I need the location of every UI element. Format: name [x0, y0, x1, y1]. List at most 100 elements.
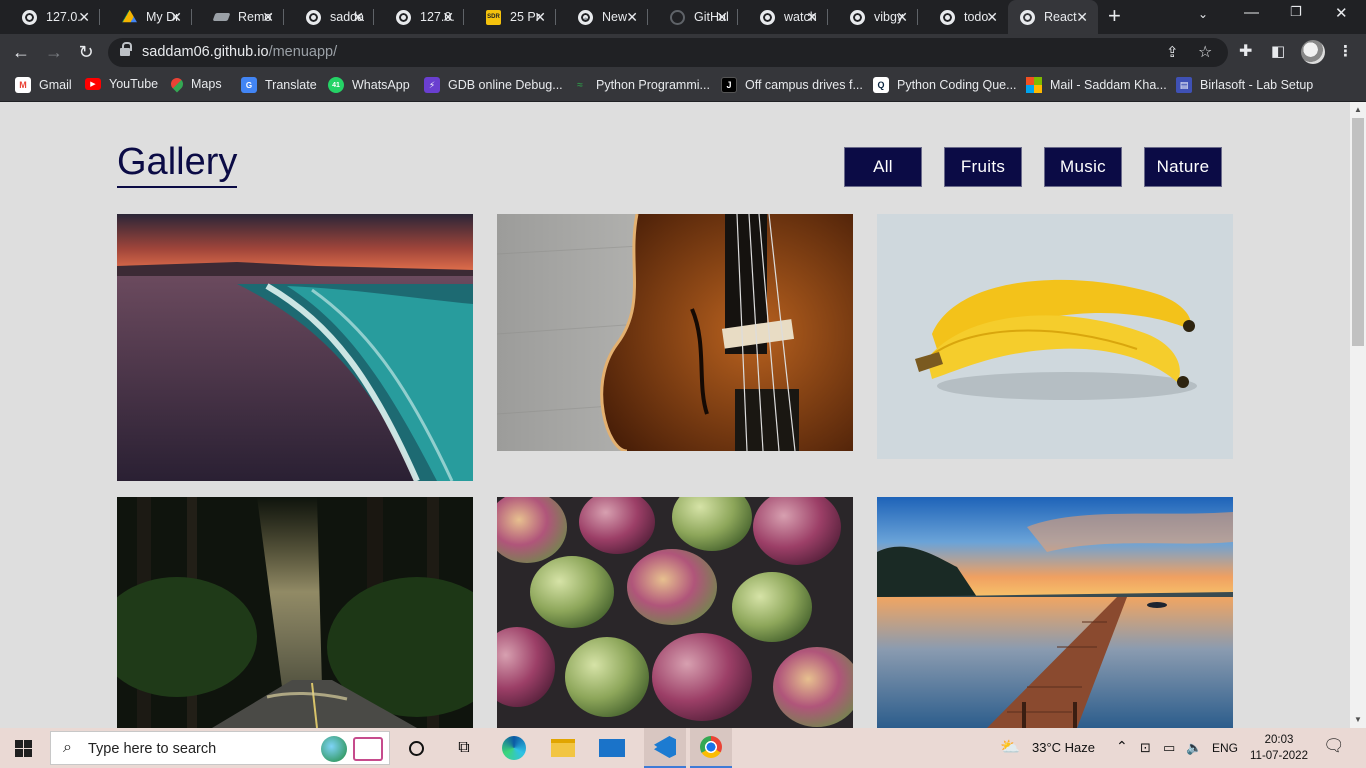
scrollbar-thumb[interactable]	[1352, 118, 1364, 346]
browser-tab[interactable]: New ✕	[556, 0, 648, 34]
url-text[interactable]: saddam06.github.io/menuapp/	[142, 44, 337, 60]
back-arrow-icon[interactable]: ←	[9, 40, 33, 64]
file-explorer-icon[interactable]	[549, 734, 577, 762]
profile-avatar[interactable]	[1301, 40, 1325, 64]
taskbar-search-box[interactable]: ⌕ Type here to search	[50, 731, 390, 765]
bookmark-label: Gmail	[39, 78, 72, 92]
address-bar[interactable]: saddam06.github.io/menuapp/ ⇪ ☆	[108, 38, 1228, 67]
gallery-image-mangoes[interactable]	[497, 497, 853, 728]
bookmark-label: Birlasoft - Lab Setup	[1200, 78, 1314, 92]
gallery-image-bananas[interactable]	[877, 214, 1233, 459]
google-drive-icon	[122, 9, 137, 23]
tab-search-icon[interactable]: ⌄	[1198, 7, 1208, 21]
bookmark-translate[interactable]: G Translate	[241, 77, 317, 93]
gallery-image-lake-pier-sunset[interactable]	[877, 497, 1233, 728]
globe-icon	[940, 9, 955, 25]
extensions-icon[interactable]: ✚	[1239, 41, 1252, 61]
browser-tab[interactable]: Remote ✕	[192, 0, 284, 34]
reload-icon[interactable]: ↻	[74, 40, 98, 64]
tab-title: 127.0.0.1	[46, 10, 80, 24]
close-icon[interactable]: ✕	[626, 9, 638, 25]
clock-date: 11-07-2022	[1250, 750, 1308, 762]
menu-dots-icon[interactable]: ⋮	[1338, 42, 1353, 60]
scroll-up-icon[interactable]: ▲	[1350, 102, 1366, 118]
bookmark-label: Translate	[265, 78, 317, 92]
vscode-icon[interactable]	[644, 728, 686, 768]
filter-button-music[interactable]: Music	[1044, 147, 1122, 187]
browser-tab[interactable]: vibgy ✕	[828, 0, 918, 34]
close-icon[interactable]: ✕	[262, 9, 274, 25]
notifications-icon[interactable]: 🗨	[1323, 736, 1345, 756]
globe-icon	[396, 9, 411, 25]
bookmark-birlasoft[interactable]: ▤ Birlasoft - Lab Setup	[1176, 77, 1313, 93]
restore-icon[interactable]: ❐	[1290, 4, 1302, 20]
taskbar-clock[interactable]: 20:03 11-07-2022	[1249, 732, 1309, 764]
bookmark-python-programming[interactable]: ≈ Python Programmi...	[572, 77, 710, 93]
bookmark-whatsapp[interactable]: 41 WhatsApp	[328, 77, 410, 93]
minimize-icon[interactable]: —	[1244, 4, 1259, 21]
bookmark-mail[interactable]: Mail - Saddam Kha...	[1026, 77, 1167, 93]
battery-icon[interactable]: ▭	[1163, 740, 1175, 756]
bookmark-youtube[interactable]: ▶ YouTube	[85, 77, 158, 91]
volume-icon[interactable]: 🔈	[1186, 740, 1202, 756]
browser-tab[interactable]: watch ✕	[738, 0, 828, 34]
bookmark-off-campus[interactable]: J Off campus drives f...	[721, 77, 863, 93]
forest-road-image	[117, 497, 473, 728]
bookmark-python-coding[interactable]: Q Python Coding Que...	[873, 77, 1017, 93]
scroll-down-icon[interactable]: ▼	[1350, 712, 1366, 728]
cortana-icon[interactable]	[402, 734, 430, 762]
close-icon[interactable]: ✕	[1076, 9, 1088, 25]
chrome-icon[interactable]	[690, 728, 732, 768]
filter-button-nature[interactable]: Nature	[1144, 147, 1222, 187]
browser-tab[interactable]: SDR 25 Pr ✕	[464, 0, 556, 34]
browser-tab[interactable]: todo ✕	[918, 0, 1008, 34]
new-tab-button[interactable]: +	[1108, 5, 1121, 27]
close-icon[interactable]: ✕	[716, 9, 728, 25]
browser-tab[interactable]: saddam ✕	[284, 0, 374, 34]
bookmark-gdb[interactable]: ⚡ GDB online Debug...	[424, 77, 563, 93]
browser-tab[interactable]: GitHub ✕	[648, 0, 738, 34]
weather-icon[interactable]: ⛅	[1000, 737, 1020, 757]
edge-icon[interactable]	[500, 734, 528, 762]
gallery-image-beach-sunset[interactable]	[117, 214, 473, 481]
close-icon[interactable]: ✕	[896, 9, 908, 25]
bookmark-gmail[interactable]: M Gmail	[15, 77, 72, 93]
bookmark-label: Off campus drives f...	[745, 78, 863, 92]
browser-tab[interactable]: My Drive ✕	[100, 0, 192, 34]
search-placeholder: Type here to search	[88, 741, 217, 757]
close-icon[interactable]: ✕	[170, 9, 182, 25]
network-icon[interactable]: ⊡	[1140, 740, 1151, 756]
browser-tab[interactable]: 127.0.0.1 ✕	[374, 0, 464, 34]
page-scrollbar[interactable]: ▲ ▼	[1350, 102, 1366, 728]
page-viewport: Gallery All Fruits Music Nature	[0, 102, 1350, 728]
browser-tab[interactable]: 127.0.0.1 ✕	[0, 0, 100, 34]
language-indicator[interactable]: ENG	[1212, 741, 1238, 755]
forward-arrow-icon[interactable]: →	[42, 40, 66, 64]
close-icon[interactable]: ✕	[986, 9, 998, 25]
close-icon[interactable]: ✕	[442, 9, 454, 25]
filter-button-all[interactable]: All	[844, 147, 922, 187]
bookmark-label: WhatsApp	[352, 78, 410, 92]
side-panel-icon[interactable]: ◧	[1271, 42, 1285, 60]
browser-tab-active[interactable]: React ✕	[1008, 0, 1098, 34]
close-icon[interactable]: ✕	[534, 9, 546, 25]
mail-icon[interactable]	[598, 734, 626, 762]
close-icon[interactable]: ✕	[806, 9, 818, 25]
close-window-icon[interactable]: ✕	[1335, 4, 1348, 22]
share-icon[interactable]: ⇪	[1166, 43, 1179, 61]
lock-icon[interactable]	[120, 42, 132, 58]
bookmark-label: Mail - Saddam Kha...	[1050, 78, 1167, 92]
gallery-image-forest-road[interactable]	[117, 497, 473, 728]
task-view-icon[interactable]: ⧉	[450, 734, 478, 762]
filter-button-fruits[interactable]: Fruits	[944, 147, 1022, 187]
chevron-up-icon[interactable]: ⌃	[1116, 738, 1128, 755]
bookmark-star-icon[interactable]: ☆	[1198, 42, 1212, 62]
globe-icon	[760, 9, 775, 25]
browser-toolbar: ← → ↻ saddam06.github.io/menuapp/ ⇪ ☆ ✚ …	[0, 34, 1366, 71]
windows-start-icon[interactable]	[15, 740, 32, 757]
gallery-image-violin[interactable]	[497, 214, 853, 451]
close-icon[interactable]: ✕	[352, 9, 364, 25]
weather-text[interactable]: 33°C Haze	[1032, 740, 1095, 755]
bookmark-maps[interactable]: Maps	[168, 75, 222, 93]
close-icon[interactable]: ✕	[78, 9, 90, 25]
